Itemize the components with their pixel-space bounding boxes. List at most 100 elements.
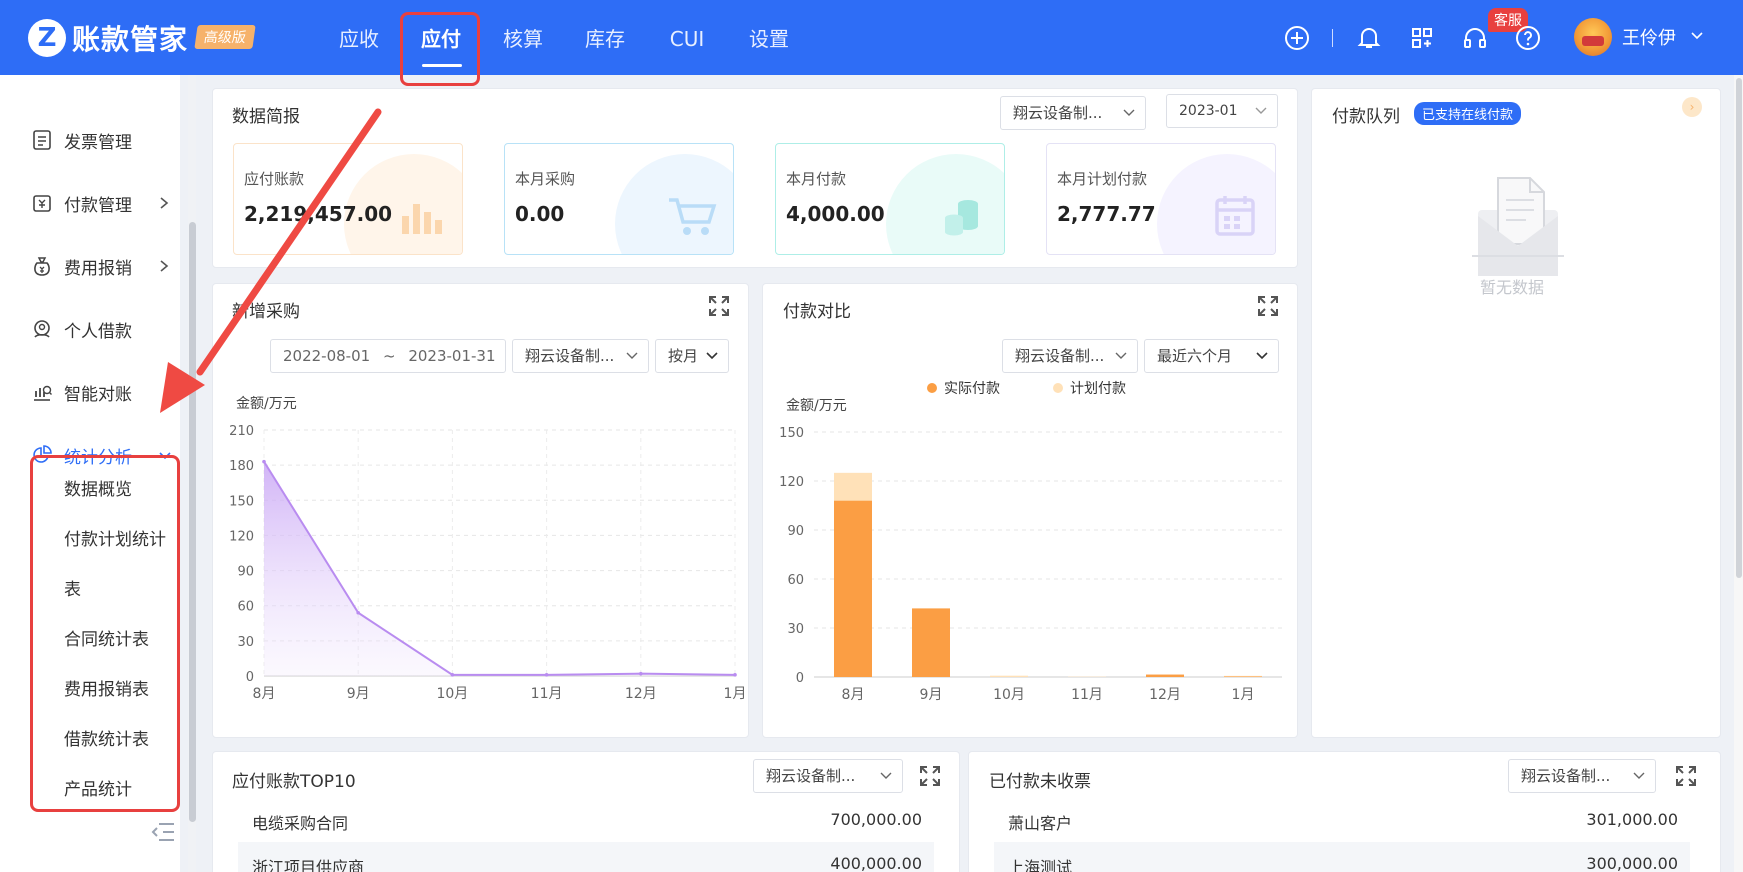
x-tick-label: 10月 [436,686,468,702]
app-logo[interactable]: Z 账款管家 [28,18,188,58]
sidebar-item-loan[interactable]: 个人借款 [30,309,180,349]
x-tick-label: 10月 [993,687,1025,703]
stat-value: 0.00 [515,202,565,226]
empty-mailbox-icon [1472,177,1564,276]
apps-icon[interactable] [1408,24,1436,52]
empty-state-text: 暂无数据 [1480,278,1545,297]
submenu-payment-plan-stats-cont[interactable]: 表 [64,575,81,600]
submenu-data-overview[interactable]: 数据概览 [64,475,132,500]
sidebar-item-invoice[interactable]: 发票管理 [30,120,180,160]
x-tick-label: 9月 [920,687,943,703]
logo-mark-icon: Z [28,19,66,57]
headset-icon[interactable] [1461,24,1489,52]
row-amount: 300,000.00 [1586,854,1678,872]
stat-label: 本月计划付款 [1057,170,1148,188]
online-payment-badge: 已支持在线付款 [1414,102,1522,125]
select-value: 翔云设备制... [766,767,856,785]
sidebar-scrollbar-thumb[interactable] [189,222,196,822]
sidebar-item-statistics[interactable]: 统计分析 [30,435,180,475]
unbilled-title: 已付款未收票 [989,772,1091,792]
sidebar-item-expense[interactable]: 费用报销 [30,246,180,286]
x-tick-label: 8月 [253,686,276,702]
add-circle-icon[interactable] [1283,24,1311,52]
row-name: 上海测试 [1008,858,1073,872]
legend-label: 实际付款 [944,381,1000,397]
nav-payable[interactable]: 应付 [400,0,482,75]
bar-1 [912,608,950,677]
chevron-right-icon [158,258,170,278]
compare-company-select[interactable]: 翔云设备制... [1002,339,1138,373]
nav-settings[interactable]: 设置 [728,0,810,75]
sidebar-item-label: 费用报销 [64,258,132,279]
stat-card-payment[interactable]: 本月付款 4,000.00 [775,143,1005,255]
y-tick-label: 210 [229,424,254,439]
money-bag-icon [30,254,54,278]
row-amount: 700,000.00 [830,810,922,829]
chevron-down-icon[interactable] [1690,27,1704,46]
sidebar-item-reconcile[interactable]: 智能对账 [30,372,180,412]
date-separator: ~ [382,347,396,365]
submenu-payment-plan-stats[interactable]: 付款计划统计 [64,525,166,550]
nav-inventory[interactable]: 库存 [564,0,646,75]
purchase-title: 新增采购 [232,302,300,322]
page-scrollbar-thumb[interactable] [1736,78,1742,578]
nav-accounting[interactable]: 核算 [482,0,564,75]
fullscreen-icon[interactable] [918,764,942,788]
submenu-product-stats[interactable]: 产品统计 [64,775,132,800]
submenu-contract-stats[interactable]: 合同统计表 [64,625,149,650]
purchase-date-range[interactable]: 2022-08-01 ~ 2023-01-31 [270,339,506,373]
summary-month-select[interactable]: 2023-01 [1166,94,1278,128]
top10-company-select[interactable]: 翔云设备制... [753,759,903,793]
table-row[interactable]: 浙江项目供应商 400,000.00 [238,842,934,872]
chevron-down-icon [1255,95,1267,127]
collapse-menu-icon[interactable] [150,820,176,848]
y-tick-label: 0 [246,670,254,685]
person-coin-icon [30,317,54,341]
main-nav: 应收 应付 核算 库存 CUI 设置 [318,0,810,75]
summary-company-select[interactable]: 翔云设备制... [1000,96,1146,130]
row-name: 电缆采购合同 [252,814,349,833]
help-icon[interactable] [1514,24,1542,52]
nav-receivable[interactable]: 应收 [318,0,400,75]
submenu-expense-report[interactable]: 费用报销表 [64,675,149,700]
stat-card-payable[interactable]: 应付账款 2,219,457.00 [233,143,463,255]
x-tick-label: 8月 [842,687,865,703]
y-tick-label: 120 [229,529,254,544]
nav-cui[interactable]: CUI [646,0,728,75]
stat-card-purchase[interactable]: 本月采购 0.00 [504,143,734,255]
compare-range-select[interactable]: 最近六个月 [1144,339,1279,373]
stat-card-planned[interactable]: 本月计划付款 2,777.77 [1046,143,1276,255]
coins-icon [945,200,978,236]
stat-value: 2,777.77 [1057,202,1156,226]
fullscreen-icon[interactable] [1674,764,1698,788]
header-divider [1332,29,1333,47]
username[interactable]: 王伶伊 [1622,24,1676,50]
table-row[interactable]: 电缆采购合同 700,000.00 [238,798,934,842]
cart-icon [669,198,717,235]
data-point [262,459,266,464]
bar-5 [1224,676,1262,677]
bell-icon[interactable] [1355,24,1383,52]
unbilled-company-select[interactable]: 翔云设备制... [1508,759,1656,793]
y-tick-label: 150 [779,426,804,441]
y-tick-label: 150 [229,494,254,509]
purchase-period-select[interactable]: 按月 [655,339,729,373]
select-value: 按月 [668,347,699,365]
queue-title: 付款队列 [1332,107,1400,127]
stat-label: 应付账款 [244,170,305,188]
chevron-right-icon[interactable]: › [1682,97,1702,117]
table-row[interactable]: 萧山客户 301,000.00 [994,798,1690,842]
purchase-company-select[interactable]: 翔云设备制... [512,339,649,373]
fullscreen-icon[interactable] [707,294,731,318]
avatar[interactable] [1574,18,1612,56]
fullscreen-icon[interactable] [1256,294,1280,318]
stat-label: 本月付款 [786,170,847,188]
sidebar-item-payment[interactable]: 付款管理 [30,183,180,223]
data-point [544,673,549,677]
sidebar-item-label: 付款管理 [64,195,132,216]
table-row[interactable]: 上海测试 300,000.00 [994,842,1690,872]
submenu-loan-stats[interactable]: 借款统计表 [64,725,149,750]
stat-value: 2,219,457.00 [244,202,393,226]
chevron-down-icon [1256,340,1268,372]
y-tick-label: 0 [796,671,804,686]
